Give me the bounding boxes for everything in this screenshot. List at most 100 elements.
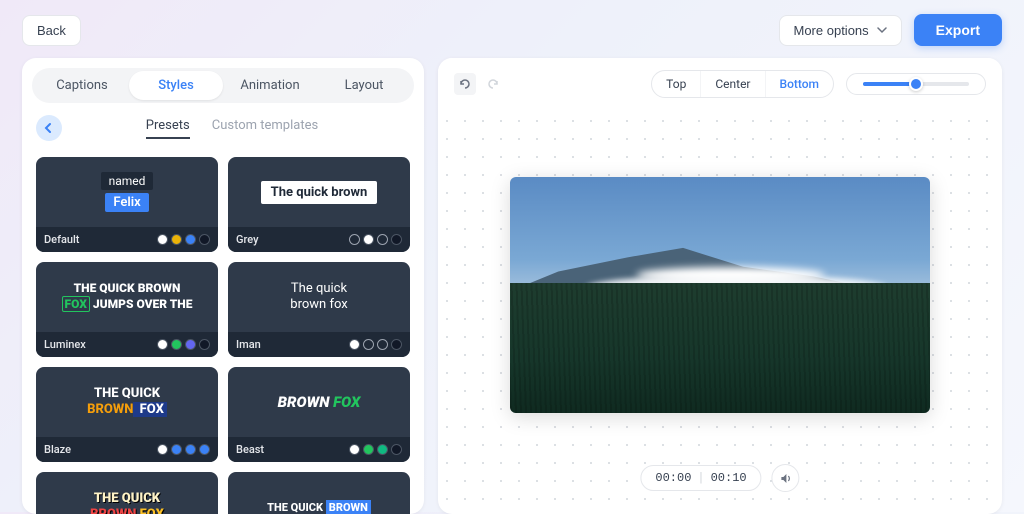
- chevron-down-icon: [877, 23, 887, 38]
- preset-preview: named Felix: [36, 157, 218, 227]
- preset-iman[interactable]: The quick brown fox Iman: [228, 262, 410, 357]
- tab-animation[interactable]: Animation: [223, 71, 317, 100]
- tab-captions[interactable]: Captions: [35, 71, 129, 100]
- color-swatch: [377, 234, 388, 245]
- sample-text: THE QUICK BROWN FOX: [90, 491, 164, 514]
- sample-text: THE QUICK BROWN FOX JUMPS OVER THE: [62, 281, 193, 312]
- presets-grid: named Felix Default The quick brown: [22, 149, 424, 514]
- preset-blaze[interactable]: THE QUICK BROWN FOX Blaze: [36, 367, 218, 462]
- preset-default[interactable]: named Felix Default: [36, 157, 218, 252]
- time-separator: |: [697, 471, 704, 485]
- playback-bar: 00:00 | 00:10: [640, 464, 799, 492]
- color-swatch: [157, 444, 168, 455]
- video-preview[interactable]: [510, 177, 930, 413]
- speaker-icon: [779, 472, 792, 485]
- color-swatches: [157, 234, 210, 245]
- preset-name: Luminex: [44, 338, 86, 351]
- preset-footer: Grey: [228, 227, 410, 252]
- preset-preview: THE QUICK BROWN FOX: [36, 367, 218, 437]
- preset-name: Iman: [236, 338, 261, 351]
- color-swatch: [391, 339, 402, 350]
- more-options-label: More options: [794, 23, 869, 38]
- sub-tab-custom[interactable]: Custom templates: [212, 118, 318, 139]
- align-top[interactable]: Top: [652, 71, 700, 97]
- preset-beast[interactable]: BROWN FOX Beast: [228, 367, 410, 462]
- color-swatch: [185, 234, 196, 245]
- tab-group: Captions Styles Animation Layout: [32, 68, 414, 103]
- tab-styles[interactable]: Styles: [129, 71, 223, 100]
- sample-text: The quick brown fox: [290, 281, 347, 312]
- mute-button[interactable]: [772, 464, 800, 492]
- preset-footer: Beast: [228, 437, 410, 462]
- color-swatch: [171, 339, 182, 350]
- undo-redo-group: [454, 73, 504, 95]
- time-display: 00:00 | 00:10: [640, 465, 761, 491]
- tabs: Captions Styles Animation Layout: [22, 58, 424, 103]
- back-button[interactable]: Back: [22, 15, 81, 46]
- preset-name: Blaze: [44, 443, 71, 456]
- color-swatch: [391, 234, 402, 245]
- size-slider[interactable]: [846, 73, 986, 95]
- color-swatch: [199, 444, 210, 455]
- color-swatches: [157, 444, 210, 455]
- preset-name: Default: [44, 233, 79, 246]
- sub-header: Presets Custom templates: [22, 103, 424, 149]
- redo-icon: [486, 77, 500, 91]
- preset-card[interactable]: THE QUICK BROWN FOX: [36, 472, 218, 514]
- sub-tabs: Presets Custom templates: [54, 118, 410, 139]
- color-swatch: [185, 339, 196, 350]
- undo-button[interactable]: [454, 73, 476, 95]
- preset-card[interactable]: THE QUICK BROWN: [228, 472, 410, 514]
- color-swatch: [199, 339, 210, 350]
- scene-forest: [510, 283, 930, 413]
- preset-preview: The quick brown: [228, 157, 410, 227]
- preset-preview: THE QUICK BROWN FOX JUMPS OVER THE: [36, 262, 218, 332]
- slider-track: [863, 82, 969, 86]
- align-bottom[interactable]: Bottom: [765, 71, 834, 97]
- preset-preview: BROWN FOX: [228, 367, 410, 437]
- preset-footer: Iman: [228, 332, 410, 357]
- topbar-right: More options Export: [779, 14, 1003, 46]
- topbar: Back More options Export: [0, 0, 1024, 58]
- preview-header-right: Top Center Bottom: [651, 70, 986, 98]
- preset-grey[interactable]: The quick brown Grey: [228, 157, 410, 252]
- color-swatch: [391, 444, 402, 455]
- color-swatch: [363, 444, 374, 455]
- color-swatch: [171, 234, 182, 245]
- color-swatch: [349, 339, 360, 350]
- preset-preview: THE QUICK BROWN FOX: [36, 472, 218, 514]
- sub-tab-presets[interactable]: Presets: [146, 118, 190, 139]
- preset-footer: Default: [36, 227, 218, 252]
- sample-text: THE QUICK BROWN FOX: [87, 386, 167, 417]
- scene-clouds: [636, 267, 825, 283]
- export-button[interactable]: Export: [914, 14, 1002, 46]
- color-swatch: [199, 234, 210, 245]
- time-current: 00:00: [655, 471, 691, 485]
- color-swatch: [185, 444, 196, 455]
- preset-footer: Luminex: [36, 332, 218, 357]
- color-swatches: [349, 444, 402, 455]
- sample-text: The quick brown: [261, 181, 378, 204]
- tab-layout[interactable]: Layout: [317, 71, 411, 100]
- preset-preview: The quick brown fox: [228, 262, 410, 332]
- preset-name: Grey: [236, 233, 259, 246]
- left-panel: Captions Styles Animation Layout Presets…: [22, 58, 424, 514]
- sample-text: Felix: [105, 193, 148, 212]
- slider-thumb[interactable]: [909, 77, 923, 91]
- color-swatch: [377, 444, 388, 455]
- redo-button[interactable]: [482, 73, 504, 95]
- color-swatches: [157, 339, 210, 350]
- preview-panel: Top Center Bottom 0: [438, 58, 1002, 514]
- preset-footer: Blaze: [36, 437, 218, 462]
- color-swatches: [349, 234, 402, 245]
- align-center[interactable]: Center: [700, 71, 764, 97]
- color-swatches: [349, 339, 402, 350]
- preset-name: Beast: [236, 443, 264, 456]
- more-options-button[interactable]: More options: [779, 15, 902, 46]
- color-swatch: [363, 234, 374, 245]
- color-swatch: [349, 444, 360, 455]
- sample-text: BROWN FOX: [278, 393, 361, 411]
- sample-text: named: [101, 172, 154, 190]
- align-group: Top Center Bottom: [651, 70, 834, 98]
- preset-luminex[interactable]: THE QUICK BROWN FOX JUMPS OVER THE Lumin…: [36, 262, 218, 357]
